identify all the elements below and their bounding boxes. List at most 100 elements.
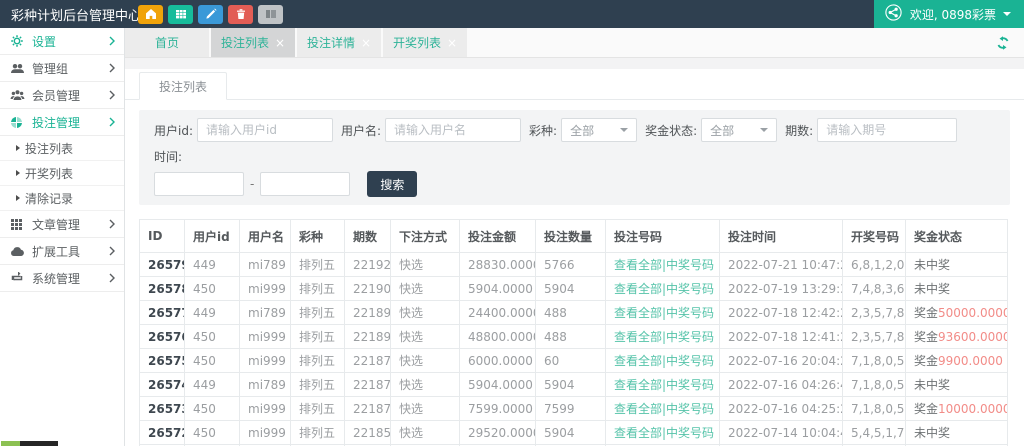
prize-status-text: 未中奖: [914, 258, 950, 272]
chevron-right-icon: [109, 246, 115, 256]
sidebar-subitem-clear-records[interactable]: 清除记录: [0, 186, 124, 211]
sidebar-item-label: 系统管理: [32, 270, 80, 287]
sidebar-item-bet-management[interactable]: 投注管理: [0, 109, 124, 136]
cell-prize-status: 奖金10000.0000: [906, 397, 1008, 421]
sidebar-item-system[interactable]: 系统管理: [0, 265, 124, 292]
time-label: 时间:: [154, 148, 182, 165]
prize-amount-text: 50000.0000: [938, 306, 1007, 320]
cell-prize-status: 奖金9900.0000: [906, 349, 1008, 373]
filter-user-id: 用户id:: [154, 118, 333, 142]
view-numbers-link[interactable]: 查看全部|中奖号码: [606, 421, 720, 445]
close-icon[interactable]: [361, 37, 371, 49]
cell-lottery: 排列五: [291, 349, 345, 373]
cell-user-id: 450: [185, 277, 240, 301]
tab-bet-detail[interactable]: 投注详情: [297, 28, 383, 57]
table-row: 26578 450 mi999 排列五 22190 快选 5904.0000 5…: [140, 277, 1008, 301]
content-area: 投注列表 用户id: 用户名: 彩种: 全部: [125, 58, 1024, 446]
cell-lottery: 排列五: [291, 373, 345, 397]
cell-period: 22187: [345, 373, 391, 397]
cell-prize-status: 奖金93600.0000: [906, 325, 1008, 349]
tab-strip: 首页 投注列表 投注详情 开奖列表: [125, 28, 1024, 58]
panel-button[interactable]: [258, 5, 283, 24]
prize-status-text: 奖金: [914, 330, 938, 344]
tab-bet-list[interactable]: 投注列表: [211, 28, 297, 57]
members-icon: [10, 89, 27, 102]
cell-id: 26573: [140, 397, 185, 421]
cell-username: mi999: [240, 277, 291, 301]
sidebar-item-articles[interactable]: 文章管理: [0, 211, 124, 238]
cell-prize-status: 奖金50000.0000: [906, 301, 1008, 325]
view-numbers-link[interactable]: 查看全部|中奖号码: [606, 397, 720, 421]
triangle-right-icon: [16, 145, 20, 151]
sidebar-item-members[interactable]: 会员管理: [0, 82, 124, 109]
tab-label: 投注列表: [221, 34, 269, 51]
home-button[interactable]: [138, 5, 163, 24]
cell-bet-time: 2022-07-14 10:04:46: [720, 421, 843, 445]
view-numbers-link[interactable]: 查看全部|中奖号码: [606, 253, 720, 277]
cell-username: mi999: [240, 421, 291, 445]
cell-id: 26576: [140, 325, 185, 349]
view-numbers-link[interactable]: 查看全部|中奖号码: [606, 373, 720, 397]
cell-user-id: 449: [185, 301, 240, 325]
prize-status-label: 奖金状态:: [645, 122, 697, 139]
view-numbers-link[interactable]: 查看全部|中奖号码: [606, 325, 720, 349]
chevron-right-icon: [109, 90, 115, 100]
welcome-text: 欢迎, 0898彩票: [910, 6, 996, 23]
cell-bet-method: 快选: [391, 397, 460, 421]
delete-button[interactable]: [228, 5, 253, 24]
cell-bet-method: 快选: [391, 253, 460, 277]
sidebar-subitem-draw-list[interactable]: 开奖列表: [0, 161, 124, 186]
close-icon[interactable]: [447, 37, 457, 49]
grid-button[interactable]: [168, 5, 193, 24]
time-from-input[interactable]: [154, 172, 244, 196]
lottery-label: 彩种:: [529, 122, 557, 139]
articles-grid-icon: [10, 218, 27, 231]
panel-tab-bet-list[interactable]: 投注列表: [139, 72, 227, 100]
tab-draw-list[interactable]: 开奖列表: [383, 28, 469, 57]
sidebar-item-admin-group[interactable]: 管理组: [0, 55, 124, 82]
cell-username: mi999: [240, 325, 291, 349]
search-button[interactable]: 搜索: [367, 171, 417, 197]
view-numbers-link[interactable]: 查看全部|中奖号码: [606, 301, 720, 325]
username-input[interactable]: [385, 118, 521, 142]
chevron-down-icon: [760, 128, 768, 132]
prize-status-text: 奖金: [914, 402, 938, 416]
edit-button[interactable]: [198, 5, 223, 24]
app-title: 彩种计划后台管理中心: [0, 5, 138, 24]
columns-icon: [265, 8, 277, 20]
cell-draw-numbers: 7,1,8,0,5: [843, 373, 906, 397]
prize-status-select[interactable]: 全部: [701, 118, 777, 142]
cell-user-id: 450: [185, 397, 240, 421]
sidebar-item-label: 文章管理: [32, 216, 80, 233]
cell-bet-time: 2022-07-16 04:25:25: [720, 397, 843, 421]
sidebar-item-settings[interactable]: 设置: [0, 28, 124, 55]
cell-id: 26577: [140, 301, 185, 325]
cell-id: 26574: [140, 373, 185, 397]
view-numbers-link[interactable]: 查看全部|中奖号码: [606, 349, 720, 373]
panel-tab-bar: 投注列表: [125, 71, 1024, 100]
tab-label: 开奖列表: [393, 34, 441, 51]
sidebar-item-extensions[interactable]: 扩展工具: [0, 238, 124, 265]
cell-user-id: 450: [185, 349, 240, 373]
table-row: 26573 450 mi999 排列五 22187 快选 7599.0000 7…: [140, 397, 1008, 421]
col-header-period: 期数: [345, 220, 391, 253]
time-to-input[interactable]: [260, 172, 350, 196]
sidebar-subitem-bet-list[interactable]: 投注列表: [0, 136, 124, 161]
cell-prize-status: 未中奖: [906, 421, 1008, 445]
close-icon[interactable]: [275, 37, 285, 49]
user-menu[interactable]: 欢迎, 0898彩票: [874, 0, 1024, 28]
period-input[interactable]: [817, 118, 957, 142]
content-top-strip: [125, 58, 1024, 69]
cell-bet-time: 2022-07-18 12:41:26: [720, 325, 843, 349]
lottery-select[interactable]: 全部: [561, 118, 637, 142]
cell-bet-amount: 29520.0000: [460, 421, 536, 445]
prize-status-select-value: 全部: [710, 122, 734, 139]
tab-home[interactable]: 首页: [125, 28, 211, 57]
prize-amount-text: 10000.0000: [938, 402, 1007, 416]
refresh-icon[interactable]: [995, 35, 1011, 51]
cell-username: mi789: [240, 253, 291, 277]
view-numbers-link[interactable]: 查看全部|中奖号码: [606, 277, 720, 301]
user-id-input[interactable]: [197, 118, 333, 142]
bets-table: ID 用户id 用户名 彩种 期数 下注方式 投注金额 投注数量 投注号码 投注…: [139, 219, 1008, 446]
cell-draw-numbers: 2,3,5,7,8: [843, 301, 906, 325]
